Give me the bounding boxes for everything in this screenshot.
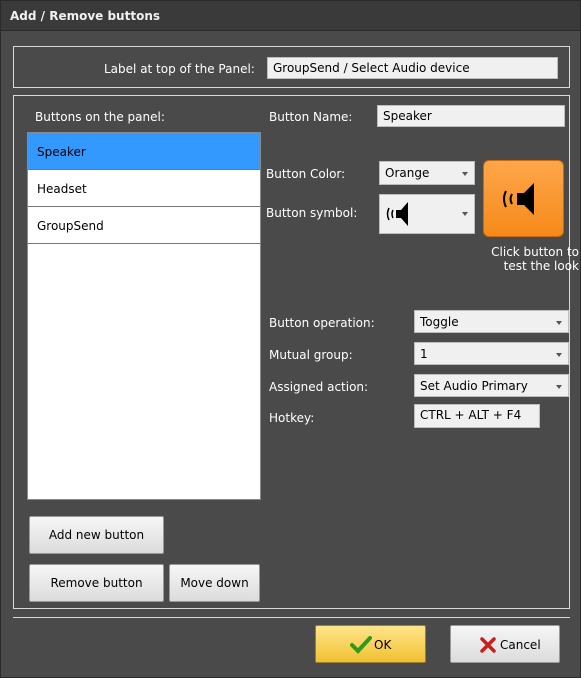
- speaker-icon: [503, 183, 534, 215]
- list-item[interactable]: GroupSend: [28, 207, 260, 244]
- button-color-label: Button Color:: [266, 167, 346, 181]
- mutual-group-select[interactable]: 1: [414, 342, 569, 365]
- assigned-action-label: Assigned action:: [269, 380, 369, 394]
- move-down-button[interactable]: Move down: [169, 564, 260, 602]
- panel-label-input[interactable]: GroupSend / Select Audio device: [267, 57, 558, 79]
- list-item[interactable]: Headset: [28, 170, 260, 207]
- remove-button[interactable]: Remove button: [29, 564, 164, 602]
- button-symbol-select[interactable]: [379, 194, 475, 234]
- title-bar: Add / Remove buttons: [1, 1, 580, 31]
- buttons-listbox[interactable]: Speaker Headset GroupSend: [27, 132, 261, 500]
- mutual-group-label: Mutual group:: [269, 348, 353, 362]
- button-name-label: Button Name:: [269, 110, 353, 124]
- assigned-action-select[interactable]: Set Audio Primary: [414, 374, 569, 397]
- add-new-button[interactable]: Add new button: [29, 516, 164, 554]
- dialog-title: Add / Remove buttons: [10, 9, 161, 23]
- button-operation-select[interactable]: Toggle: [414, 310, 569, 333]
- button-operation-label: Button operation:: [269, 316, 375, 330]
- buttons-list-header: Buttons on the panel:: [35, 110, 165, 124]
- cancel-button[interactable]: Cancel: [450, 625, 560, 663]
- button-name-input[interactable]: Speaker: [377, 105, 565, 127]
- add-remove-buttons-dialog: Add / Remove buttons Label at top of the…: [0, 0, 581, 678]
- chevron-down-icon: [462, 172, 468, 176]
- chevron-down-icon: [556, 321, 562, 325]
- ok-button[interactable]: OK: [315, 625, 426, 663]
- list-item[interactable]: Speaker: [28, 133, 260, 170]
- chevron-down-icon: [462, 212, 468, 216]
- preview-button[interactable]: [483, 160, 564, 237]
- preview-hint: Click button to test the look: [491, 245, 579, 273]
- hotkey-input[interactable]: CTRL + ALT + F4: [414, 404, 540, 428]
- button-color-select[interactable]: Orange: [379, 161, 475, 185]
- checkmark-icon: [350, 636, 372, 654]
- close-icon: [480, 637, 496, 653]
- chevron-down-icon: [556, 353, 562, 357]
- hotkey-label: Hotkey:: [269, 411, 315, 425]
- panel-label-caption: Label at top of the Panel:: [104, 62, 255, 76]
- speaker-icon: [386, 202, 408, 226]
- button-symbol-label: Button symbol:: [266, 206, 358, 220]
- chevron-down-icon: [556, 385, 562, 389]
